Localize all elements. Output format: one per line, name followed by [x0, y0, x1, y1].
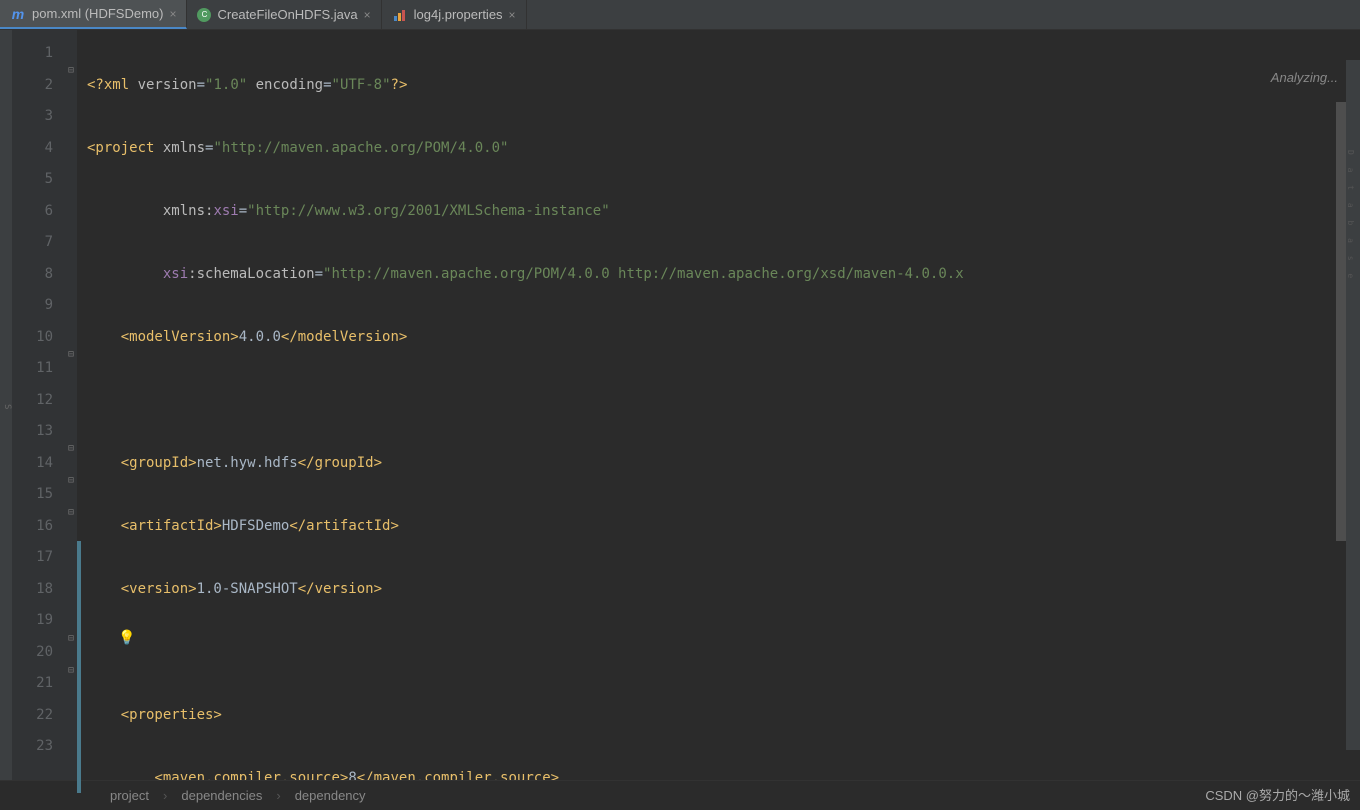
chevron-right-icon: ›: [163, 788, 167, 803]
right-tool-strip[interactable]: D a t a b a s e: [1346, 60, 1360, 750]
tab-label: pom.xml (HDFSDemo): [32, 6, 163, 21]
watermark: CSDN @努力的～潍小城: [1205, 785, 1350, 804]
fold-collapse-icon[interactable]: ⊟: [66, 476, 76, 486]
tab-java-file[interactable]: C CreateFileOnHDFS.java ×: [187, 0, 381, 29]
close-icon[interactable]: ×: [509, 8, 516, 22]
fold-collapse-icon[interactable]: ⊟: [66, 350, 76, 360]
chevron-right-icon: ›: [276, 788, 280, 803]
tab-properties-file[interactable]: log4j.properties ×: [382, 0, 527, 29]
tab-pom-xml[interactable]: m pom.xml (HDFSDemo) ×: [0, 0, 187, 29]
analysis-status: Analyzing...: [1271, 70, 1338, 85]
editor-tabs: m pom.xml (HDFSDemo) × C CreateFileOnHDF…: [0, 0, 1360, 30]
editor: S 1 2 3 4 5 6 7 8 9 10 11 12 13 14 15 16…: [0, 30, 1360, 780]
breadcrumb-item[interactable]: dependency: [295, 788, 366, 803]
scrollbar-thumb[interactable]: [1336, 102, 1346, 541]
close-icon[interactable]: ×: [169, 7, 176, 21]
fold-end-icon[interactable]: ⊟: [66, 444, 76, 454]
fold-end-icon[interactable]: ⊟: [66, 634, 76, 644]
tab-label: log4j.properties: [414, 7, 503, 22]
java-class-icon: C: [197, 8, 211, 22]
properties-icon: [392, 7, 408, 23]
breadcrumb-item[interactable]: project: [110, 788, 149, 803]
breadcrumb-bar: project › dependencies › dependency: [0, 780, 1360, 810]
close-icon[interactable]: ×: [364, 8, 371, 22]
fold-collapse-icon[interactable]: ⊟: [66, 66, 76, 76]
fold-collapse-icon[interactable]: ⊟: [66, 508, 76, 518]
maven-icon: m: [10, 6, 26, 22]
scrollbar[interactable]: [1336, 102, 1346, 748]
code-area[interactable]: <?xml version="1.0" encoding="UTF-8"?> <…: [77, 30, 1360, 780]
fold-column[interactable]: ⊟ ⊟ ⊟ ⊟ ⊟ ⊟ ⊟: [63, 30, 77, 780]
left-tool-strip[interactable]: S: [0, 30, 12, 780]
breadcrumb-item[interactable]: dependencies: [181, 788, 262, 803]
line-gutter[interactable]: 1 2 3 4 5 6 7 8 9 10 11 12 13 14 15 16 1…: [12, 30, 77, 780]
fold-collapse-icon[interactable]: ⊟: [66, 666, 76, 676]
tab-label: CreateFileOnHDFS.java: [217, 7, 357, 22]
